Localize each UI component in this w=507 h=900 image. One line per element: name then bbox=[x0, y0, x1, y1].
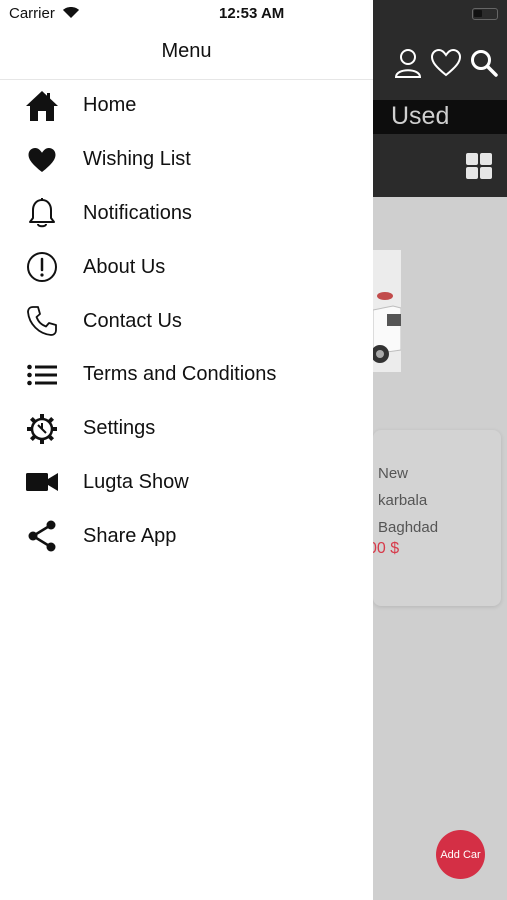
phone-icon bbox=[24, 303, 60, 339]
menu-label: About Us bbox=[83, 255, 166, 278]
menu-label: Settings bbox=[83, 417, 156, 440]
drawer-title: Menu bbox=[161, 40, 212, 62]
heart-outline-icon[interactable] bbox=[431, 48, 461, 78]
menu-item-contact-us[interactable]: Contact Us bbox=[0, 294, 373, 348]
carrier-label: Carrier bbox=[9, 5, 55, 22]
card-location-2: Baghdad bbox=[378, 519, 439, 536]
user-icon[interactable] bbox=[393, 48, 423, 78]
menu-label: Home bbox=[83, 94, 137, 117]
heart-icon bbox=[24, 142, 60, 178]
menu-item-share-app[interactable]: Share App bbox=[0, 509, 373, 563]
menu-label: Terms and Conditions bbox=[83, 363, 277, 386]
menu-label: Lugta Show bbox=[83, 470, 189, 493]
menu-label: Notifications bbox=[83, 201, 192, 224]
menu-item-wishing-list[interactable]: Wishing List bbox=[0, 133, 373, 187]
menu-item-notifications[interactable]: Notifications bbox=[0, 187, 373, 241]
car-image[interactable] bbox=[373, 250, 401, 372]
menu-item-settings[interactable]: Settings bbox=[0, 402, 373, 456]
search-icon[interactable] bbox=[469, 48, 499, 78]
share-icon bbox=[24, 518, 60, 554]
wifi-icon bbox=[62, 5, 80, 24]
battery-icon bbox=[472, 8, 498, 20]
tab-used[interactable]: Used bbox=[391, 102, 449, 131]
add-car-button[interactable]: Add Car bbox=[436, 830, 485, 879]
menu-item-about-us[interactable]: About Us bbox=[0, 240, 373, 294]
status-clock: 12:53 AM bbox=[219, 5, 285, 22]
side-menu-drawer: Menu Home Wishing List Notifications Abo… bbox=[0, 0, 373, 900]
menu-label: Wishing List bbox=[83, 148, 191, 171]
list-icon bbox=[24, 357, 60, 393]
gear-icon bbox=[24, 411, 60, 447]
bell-icon bbox=[24, 195, 60, 231]
status-bar: Carrier 12:53 AM bbox=[0, 0, 507, 28]
video-camera-icon bbox=[24, 464, 60, 500]
card-location-1: karbala bbox=[378, 492, 428, 509]
menu-label: Contact Us bbox=[83, 309, 182, 332]
info-exclamation-icon bbox=[24, 249, 60, 285]
home-icon bbox=[24, 88, 60, 124]
card-condition: New bbox=[378, 465, 409, 482]
background-header-icons bbox=[393, 48, 499, 78]
grid-view-icon[interactable] bbox=[466, 153, 492, 179]
menu-item-home[interactable]: Home bbox=[0, 79, 373, 133]
menu-label: Share App bbox=[83, 524, 177, 547]
drawer-header: Menu bbox=[0, 28, 373, 80]
menu-list: Home Wishing List Notifications About Us bbox=[0, 79, 373, 563]
menu-item-terms[interactable]: Terms and Conditions bbox=[0, 348, 373, 402]
menu-item-lugta-show[interactable]: Lugta Show bbox=[0, 456, 373, 510]
listing-card[interactable]: New karbala Baghdad 00 $ bbox=[368, 430, 501, 606]
